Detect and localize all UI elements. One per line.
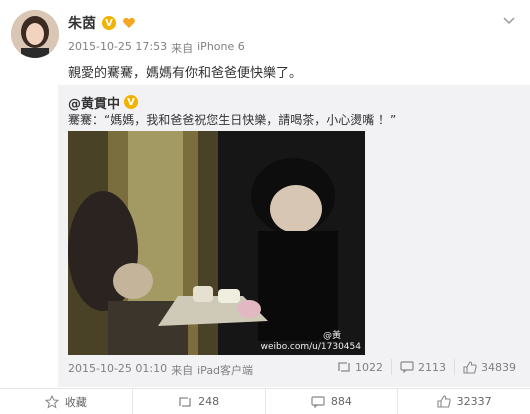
watermark-url: weibo.com/u/1730454 — [260, 342, 361, 352]
favorite-label: 收藏 — [64, 395, 87, 409]
repost-box: @黄貫中 V 騫騫：“媽媽，我和爸爸祝您生日快樂，請喝茶，小心燙嘴 ！” @黃 … — [58, 85, 530, 387]
repost-photo[interactable]: @黃 weibo.com/u/1730454 — [68, 131, 365, 355]
repost-comments[interactable]: 2113 — [391, 359, 454, 375]
repost-reposts[interactable]: 1022 — [329, 359, 391, 375]
repost-device: iPad客户端 — [197, 364, 254, 377]
repost-likes[interactable]: 34839 — [454, 359, 524, 375]
repost-user[interactable]: @黄貫中 — [68, 93, 120, 112]
author-name[interactable]: 朱茵 — [68, 13, 96, 33]
repost-icon — [178, 396, 192, 408]
post-from-label: 来自 — [171, 42, 194, 55]
repost-comments-count: 2113 — [418, 360, 446, 374]
comment-icon — [311, 395, 325, 408]
repost-reposts-count: 1022 — [355, 360, 383, 374]
chevron-down-icon[interactable] — [502, 12, 516, 26]
repost-user-row: @黄貫中 V — [68, 93, 139, 112]
like-button[interactable]: 32337 — [397, 389, 530, 414]
comment-button[interactable]: 884 — [264, 389, 398, 414]
comment-count: 884 — [330, 395, 352, 408]
author-row: 朱茵 V — [68, 13, 136, 33]
repost-icon — [337, 361, 351, 373]
repost-from-label: 来自 — [171, 364, 194, 377]
like-count: 32337 — [456, 395, 492, 408]
star-icon — [44, 394, 59, 409]
favorite-button[interactable]: 收藏 — [0, 389, 132, 414]
post-device: iPhone 6 — [197, 40, 245, 53]
repost-meta: 2015-10-25 01:10 来自 iPad客户端 — [68, 362, 253, 378]
post-text: 親愛的騫騫，媽媽有你和爸爸便快樂了。 — [68, 66, 303, 81]
repost-button[interactable]: 248 — [131, 389, 265, 414]
repost-count: 248 — [198, 395, 220, 408]
avatar[interactable] — [11, 10, 59, 58]
vip-badge-icon: V — [102, 16, 116, 30]
like-icon — [437, 395, 451, 408]
weibo-post-card: 朱茵 V 2015-10-25 17:53 来自 iPhone 6 親愛的騫騫，… — [0, 0, 530, 414]
repost-likes-count: 34839 — [481, 360, 516, 374]
watermark-logo: @黃 — [322, 331, 341, 341]
comment-icon — [400, 361, 414, 373]
post-meta: 2015-10-25 17:53 来自 iPhone 6 — [68, 40, 245, 56]
repost-stats: 1022 2113 34839 — [329, 359, 524, 375]
like-icon — [463, 360, 477, 374]
post-time[interactable]: 2015-10-25 17:53 — [68, 40, 167, 56]
repost-text: 騫騫：“媽媽，我和爸爸祝您生日快樂，請喝茶，小心燙嘴 ！” — [68, 113, 397, 127]
repost-time[interactable]: 2015-10-25 01:10 — [68, 362, 167, 378]
action-bar: 收藏 248 884 32337 — [0, 388, 530, 414]
heart-badge-icon — [122, 17, 136, 29]
vip-badge-icon: V — [124, 95, 139, 109]
